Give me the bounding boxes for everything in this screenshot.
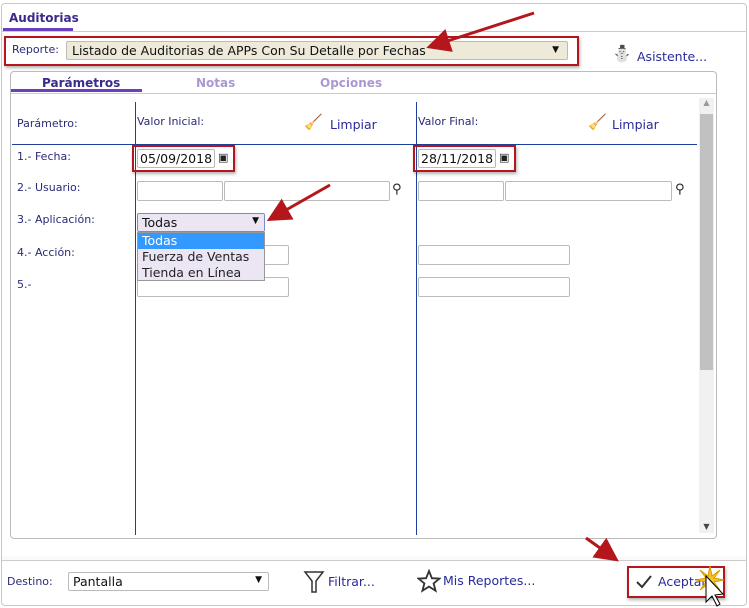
- scrollbar-thumb[interactable]: [700, 114, 713, 370]
- option-tienda-en-linea[interactable]: Tienda en Línea: [138, 265, 264, 281]
- report-select[interactable]: Listado de Auditorias de APPs Con Su Det…: [66, 41, 568, 60]
- user-initial-code-input[interactable]: [137, 181, 223, 201]
- my-reports-button[interactable]: Mis Reportes...: [443, 573, 535, 588]
- application-dropdown: Todas Fuerza de Ventas Tienda en Línea: [137, 232, 265, 281]
- header-divider: [12, 144, 697, 145]
- chevron-down-icon: ▼: [252, 216, 259, 226]
- param-label: 5.-: [17, 278, 32, 291]
- filter-button[interactable]: Filtrar...: [328, 574, 375, 589]
- tab-underline: [11, 89, 142, 92]
- param-header: Parámetro:: [17, 117, 78, 130]
- wizard-icon[interactable]: ⛄: [612, 44, 632, 63]
- date-initial-input[interactable]: 05/09/2018: [137, 149, 215, 168]
- calendar-icon[interactable]: ▣: [218, 151, 228, 164]
- destination-value: Pantalla: [73, 574, 123, 589]
- action-final-input[interactable]: [418, 245, 570, 265]
- chevron-down-icon: ▼: [552, 45, 559, 55]
- param-label: 2.- Usuario:: [17, 181, 81, 194]
- calendar-icon[interactable]: ▣: [499, 151, 509, 164]
- destination-label: Destino:: [7, 575, 53, 588]
- chevron-down-icon: ▼: [255, 575, 262, 585]
- report-label: Reporte:: [12, 43, 59, 56]
- search-icon[interactable]: ⚲: [675, 182, 685, 197]
- filter-icon[interactable]: [303, 570, 325, 594]
- footer-divider: [1, 560, 747, 561]
- option-todas[interactable]: Todas: [138, 233, 264, 249]
- application-value: Todas: [142, 215, 178, 230]
- params-panel: [10, 71, 717, 539]
- clear-initial-button[interactable]: Limpiar: [330, 117, 377, 132]
- wizard-button[interactable]: Asistente...: [637, 49, 707, 64]
- star-icon[interactable]: [417, 569, 441, 593]
- divider: [11, 93, 716, 94]
- check-icon: [636, 575, 652, 589]
- scrollbar[interactable]: ▲ ▼: [699, 98, 714, 533]
- final-header: Valor Final:: [418, 115, 479, 128]
- tab-parametros[interactable]: Parámetros: [42, 76, 120, 90]
- user-final-name-input[interactable]: [505, 181, 672, 201]
- broom-icon[interactable]: 🧹: [588, 113, 607, 131]
- broom-icon[interactable]: 🧹: [304, 113, 323, 131]
- report-value: Listado de Auditorias de APPs Con Su Det…: [72, 43, 426, 58]
- tab-opciones[interactable]: Opciones: [320, 76, 382, 90]
- divider: [1, 31, 747, 32]
- cursor-icon: [695, 565, 725, 607]
- user-final-code-input[interactable]: [418, 181, 504, 201]
- tab-notas[interactable]: Notas: [196, 76, 235, 90]
- param5-final-input[interactable]: [418, 277, 570, 297]
- application-select[interactable]: Todas ▼: [137, 213, 265, 232]
- destination-select[interactable]: Pantalla ▼: [68, 572, 269, 591]
- param-label: 4.- Acción:: [17, 246, 75, 259]
- option-fuerza-de-ventas[interactable]: Fuerza de Ventas: [138, 249, 264, 265]
- date-final-input[interactable]: 28/11/2018: [418, 149, 496, 168]
- tab-auditorias[interactable]: Auditorias: [9, 11, 79, 25]
- initial-header: Valor Inicial:: [137, 115, 205, 128]
- clear-final-button[interactable]: Limpiar: [612, 117, 659, 132]
- user-initial-name-input[interactable]: [224, 181, 390, 201]
- param-label: 3.- Aplicación:: [17, 213, 95, 226]
- param-label: 1.- Fecha:: [17, 150, 71, 163]
- search-icon[interactable]: ⚲: [392, 182, 402, 197]
